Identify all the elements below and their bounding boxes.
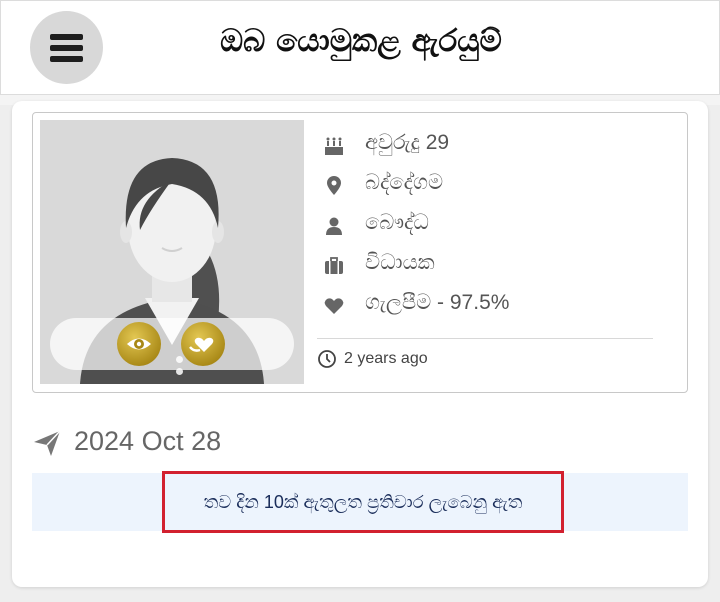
view-profile-button[interactable] <box>117 322 161 366</box>
details-divider <box>317 338 653 339</box>
carousel-dots <box>176 356 183 380</box>
interest-button[interactable] <box>181 322 225 366</box>
detail-occupation-text: විධායක <box>365 251 435 274</box>
detail-age: අවුරුදු 29 <box>315 131 675 171</box>
heart-hands-icon <box>189 337 214 352</box>
invitation-card: අවුරුදු 29 බද්දේගම බෞද්ධ විධායක ගැලපීම -… <box>12 101 708 587</box>
profile-photo[interactable] <box>40 120 304 384</box>
profile-details: අවුරුදු 29 බද්දේගම බෞද්ධ විධායක ගැලපීම -… <box>315 131 675 331</box>
detail-location-text: බද්දේගම <box>365 171 444 194</box>
map-marker-icon <box>327 176 341 195</box>
profile-summary[interactable]: අවුරුදු 29 බද්දේගම බෞද්ධ විධායක ගැලපීම -… <box>32 112 688 393</box>
response-notice: තව දින 10ක් ඇතුලත ප්‍රතිචාර ලැබෙනු ඇත <box>162 471 564 533</box>
detail-occupation: විධායක <box>315 251 675 291</box>
detail-match: ගැලපීම - 97.5% <box>315 291 675 331</box>
detail-religion: බෞද්ධ <box>315 211 675 251</box>
menu-button[interactable] <box>30 11 103 84</box>
heart-icon <box>324 298 344 314</box>
detail-religion-text: බෞද්ධ <box>365 211 429 234</box>
hamburger-menu-icon-bar <box>50 56 83 62</box>
birthday-cake-icon <box>325 137 343 155</box>
detail-match-text: ගැලපීම - 97.5% <box>365 291 510 314</box>
sent-date: 2024 Oct 28 <box>32 426 432 460</box>
detail-location: බද්දේගම <box>315 171 675 211</box>
sent-date-text: 2024 Oct 28 <box>74 426 222 456</box>
eye-icon <box>127 338 151 350</box>
briefcase-icon <box>325 257 343 274</box>
user-icon <box>326 217 342 235</box>
page-title: ඔබ යොමුකළ ඇරයුම් <box>220 23 502 59</box>
response-notice-text: තව දින 10ක් ඇතුලත ප්‍රතිචාර ලැබෙනු ඇත <box>203 491 523 512</box>
paper-plane-icon <box>34 430 61 456</box>
time-ago-text: 2 years ago <box>344 350 428 367</box>
detail-age-text: අවුරුදු 29 <box>365 131 450 154</box>
hamburger-menu-icon <box>50 34 83 40</box>
photo-action-bar <box>50 318 294 375</box>
clock-icon <box>318 350 336 368</box>
hamburger-menu-icon-bar <box>50 45 83 51</box>
app-header: ඔබ යොමුකළ ඇරයුම් <box>0 0 720 95</box>
